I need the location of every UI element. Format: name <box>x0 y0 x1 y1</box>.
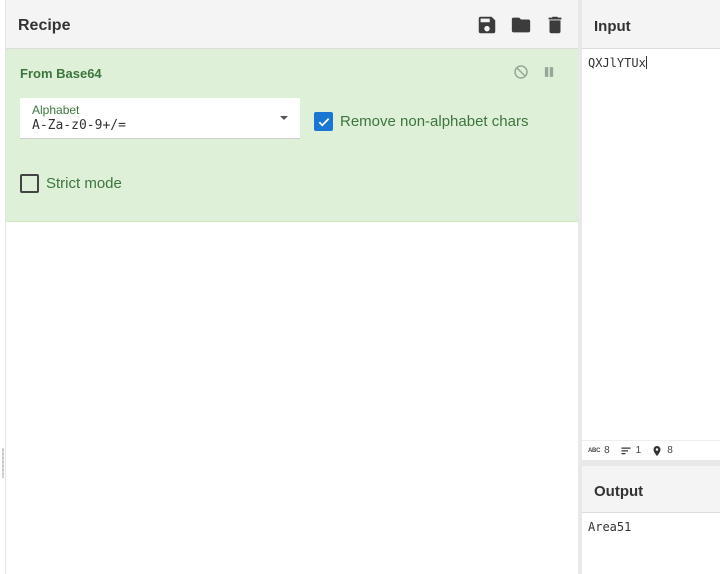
strict-mode-label: Strict mode <box>46 175 122 192</box>
alphabet-select[interactable]: Alphabet A-Za-z0-9+/= <box>20 98 300 139</box>
length-stat: ABC 8 <box>588 445 610 456</box>
lines-stat: 1 <box>620 445 642 457</box>
output-title: Output <box>594 483 644 500</box>
pause-icon[interactable] <box>540 63 558 81</box>
checkmark-icon <box>318 117 329 126</box>
save-icon[interactable] <box>476 14 498 36</box>
lines-value: 1 <box>635 445 642 456</box>
location-pin-icon <box>653 445 661 456</box>
gutter-handle[interactable] <box>2 448 4 478</box>
remove-non-alphabet-label: Remove non-alphabet chars <box>340 113 529 130</box>
remove-non-alphabet-option[interactable]: Remove non-alphabet chars <box>314 112 528 131</box>
position-stat: 8 <box>651 445 673 457</box>
chevron-down-icon[interactable] <box>280 116 288 120</box>
strict-mode-checkbox[interactable] <box>20 174 39 193</box>
strict-mode-option[interactable]: Strict mode <box>20 174 122 193</box>
input-title: Input <box>594 18 631 35</box>
remove-non-alphabet-checkbox[interactable] <box>314 112 333 131</box>
recipe-header-icons <box>476 14 566 36</box>
recipe-title: Recipe <box>18 17 71 34</box>
input-pane: Input QXJlYTUx <box>582 0 720 460</box>
abc-icon: ABC <box>588 447 601 454</box>
cyberchef-app: Recipe From Base64 Alphabet A-Za-z0-9+/=… <box>0 0 720 574</box>
output-header: Output <box>582 466 720 513</box>
trash-icon[interactable] <box>544 14 566 36</box>
length-value: 8 <box>604 445 610 456</box>
recipe-header: Recipe <box>6 0 578 49</box>
alphabet-label: Alphabet <box>32 103 80 117</box>
recipe-pane: Recipe From Base64 Alphabet A-Za-z0-9+/=… <box>0 0 578 574</box>
alphabet-value: A-Za-z0-9+/= <box>32 118 126 133</box>
lines-icon <box>621 447 631 454</box>
input-textarea[interactable]: QXJlYTUx <box>588 56 718 70</box>
text-cursor <box>645 56 647 69</box>
input-text: QXJlYTUx <box>588 56 646 70</box>
operation-from-base64[interactable]: From Base64 Alphabet A-Za-z0-9+/= Remove… <box>6 49 578 222</box>
disable-icon[interactable] <box>512 63 530 81</box>
output-text[interactable]: Area51 <box>588 520 718 534</box>
input-status-bar: ABC 8 1 8 <box>582 440 720 460</box>
operation-controls <box>512 63 558 81</box>
output-pane: Output Area51 <box>582 466 720 574</box>
position-value: 8 <box>667 445 673 456</box>
folder-icon[interactable] <box>510 14 532 36</box>
input-header: Input <box>582 0 720 49</box>
operation-title: From Base64 <box>20 66 102 81</box>
